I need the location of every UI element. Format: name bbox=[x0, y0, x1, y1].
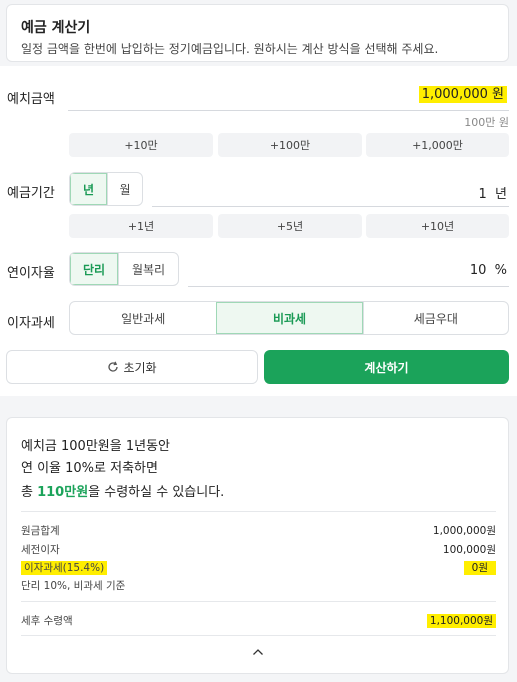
divider bbox=[21, 601, 496, 602]
add-5year-chip[interactable]: +5년 bbox=[218, 214, 362, 238]
refresh-icon bbox=[108, 361, 119, 372]
period-unit-month[interactable]: 월 bbox=[107, 173, 142, 205]
divider bbox=[21, 635, 496, 636]
add-10man-chip[interactable]: +10만 bbox=[69, 133, 213, 157]
chevron-up-icon[interactable] bbox=[252, 647, 264, 657]
rate-type-monthly-compound[interactable]: 월복리 bbox=[118, 253, 178, 285]
rate-value: 10 % bbox=[469, 263, 507, 278]
principal-label: 원금합계 bbox=[21, 525, 60, 537]
calculator-form: 예치금액 1,000,000 원 100만 원 +10만 +100만 +1,00… bbox=[0, 66, 517, 396]
result-card: 예치금 100만원을 1년동안 연 이율 10%로 저축하면 총 110만원을 … bbox=[6, 417, 509, 674]
calculate-button[interactable]: 계산하기 bbox=[264, 350, 509, 384]
result-total-amount: 110만원 bbox=[37, 485, 89, 500]
calculator-header: 예금 계산기 일정 금액을 한번에 납입하는 정기예금입니다. 원하시는 계산 … bbox=[6, 4, 509, 62]
result-summary-line3: 총 110만원을 수령하실 수 있습니다. bbox=[21, 485, 225, 500]
result-summary-line1: 예치금 100만원을 1년동안 bbox=[21, 439, 170, 454]
period-input[interactable] bbox=[152, 172, 509, 207]
tax-option-preferential[interactable]: 세금우대 bbox=[362, 302, 508, 334]
result-note: 단리 10%, 비과세 기준 bbox=[21, 580, 126, 592]
add-10year-chip[interactable]: +10년 bbox=[366, 214, 509, 238]
reset-button[interactable]: 초기화 bbox=[6, 350, 258, 384]
deposit-label: 예치금액 bbox=[7, 92, 55, 107]
tax-type-toggle: 일반과세 비과세 세금우대 bbox=[69, 301, 509, 335]
rate-label: 연이자율 bbox=[7, 266, 55, 281]
principal-value: 1,000,000원 bbox=[432, 525, 496, 537]
page-description: 일정 금액을 한번에 납입하는 정기예금입니다. 원하시는 계산 방식을 선택해… bbox=[21, 42, 439, 56]
tax-option-general[interactable]: 일반과세 bbox=[70, 302, 216, 334]
pretax-interest-value: 100,000원 bbox=[442, 544, 496, 556]
add-100man-chip[interactable]: +100만 bbox=[218, 133, 362, 157]
tax-label: 이자과세 bbox=[7, 316, 55, 331]
period-unit-year[interactable]: 년 bbox=[70, 173, 107, 205]
page-title: 예금 계산기 bbox=[21, 20, 91, 36]
rate-type-toggle: 단리 월복리 bbox=[69, 252, 179, 286]
add-1000man-chip[interactable]: +1,000만 bbox=[366, 133, 509, 157]
after-tax-total-value: 1,100,000원 bbox=[426, 613, 496, 628]
rate-type-simple[interactable]: 단리 bbox=[70, 253, 118, 285]
add-1year-chip[interactable]: +1년 bbox=[69, 214, 213, 238]
interest-tax-value: 0원 bbox=[463, 560, 496, 575]
period-label: 예금기간 bbox=[7, 186, 55, 201]
pretax-interest-label: 세전이자 bbox=[21, 544, 60, 556]
deposit-hint: 100만 원 bbox=[464, 116, 509, 129]
divider bbox=[21, 511, 496, 512]
period-value: 1 년 bbox=[478, 187, 508, 202]
rate-input[interactable] bbox=[188, 252, 509, 287]
period-unit-toggle: 년 월 bbox=[69, 172, 143, 206]
after-tax-total-label: 세후 수령액 bbox=[21, 615, 73, 627]
deposit-value: 1,000,000 원 bbox=[418, 83, 507, 103]
interest-tax-label: 이자과세(15.4%) bbox=[21, 560, 108, 575]
result-summary-line2: 연 이율 10%로 저축하면 bbox=[21, 461, 158, 476]
reset-label: 초기화 bbox=[123, 360, 157, 375]
tax-option-tax-free[interactable]: 비과세 bbox=[216, 302, 363, 334]
